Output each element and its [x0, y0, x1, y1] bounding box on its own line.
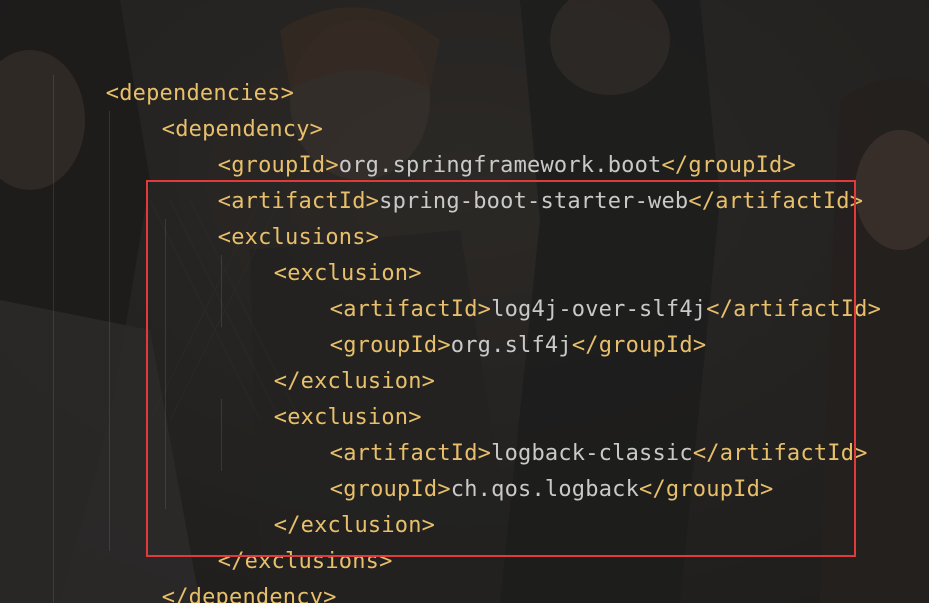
code-line: <artifactId>spring-boot-starter-web</art…	[164, 148, 863, 214]
xml-tag: </dependency>	[161, 585, 337, 603]
code-line: <groupId>org.springframework.boot</group…	[164, 112, 796, 178]
code-line: <dependencies>	[52, 40, 294, 106]
highlight-annotation-box	[146, 180, 856, 557]
code-line: <dependency>	[108, 76, 323, 142]
